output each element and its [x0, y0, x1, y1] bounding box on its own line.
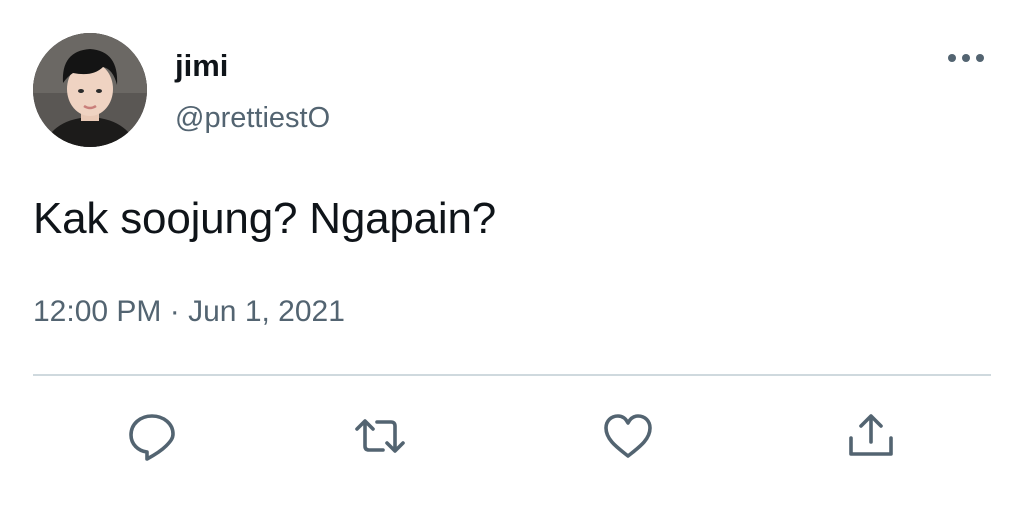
reply-button[interactable]	[124, 408, 180, 464]
retweet-arrows-icon	[355, 419, 405, 453]
tweet-timestamp[interactable]: 12:00 PM · Jun 1, 2021	[33, 292, 345, 332]
tweet-time: 12:00 PM	[33, 295, 162, 328]
tweet-card: jimi @prettiestO Kak soojung? Ngapain? 1…	[0, 0, 1024, 518]
tweet-date: Jun 1, 2021	[188, 295, 345, 328]
more-options-button[interactable]	[944, 48, 988, 68]
heart-icon	[604, 414, 652, 458]
more-dots-icon	[948, 54, 984, 62]
user-handle[interactable]: @prettiestO	[175, 101, 330, 135]
speech-bubble-icon	[129, 414, 175, 461]
tweet-text: Kak soojung? Ngapain?	[33, 194, 497, 243]
share-upload-icon	[849, 414, 893, 456]
retweet-button[interactable]	[352, 408, 408, 464]
meta-separator: ·	[169, 295, 180, 328]
divider	[33, 374, 991, 376]
avatar[interactable]	[33, 33, 147, 147]
like-button[interactable]	[600, 408, 656, 464]
display-name[interactable]: jimi	[175, 48, 228, 84]
profile-photo-icon	[33, 33, 147, 147]
share-button[interactable]	[843, 408, 899, 464]
